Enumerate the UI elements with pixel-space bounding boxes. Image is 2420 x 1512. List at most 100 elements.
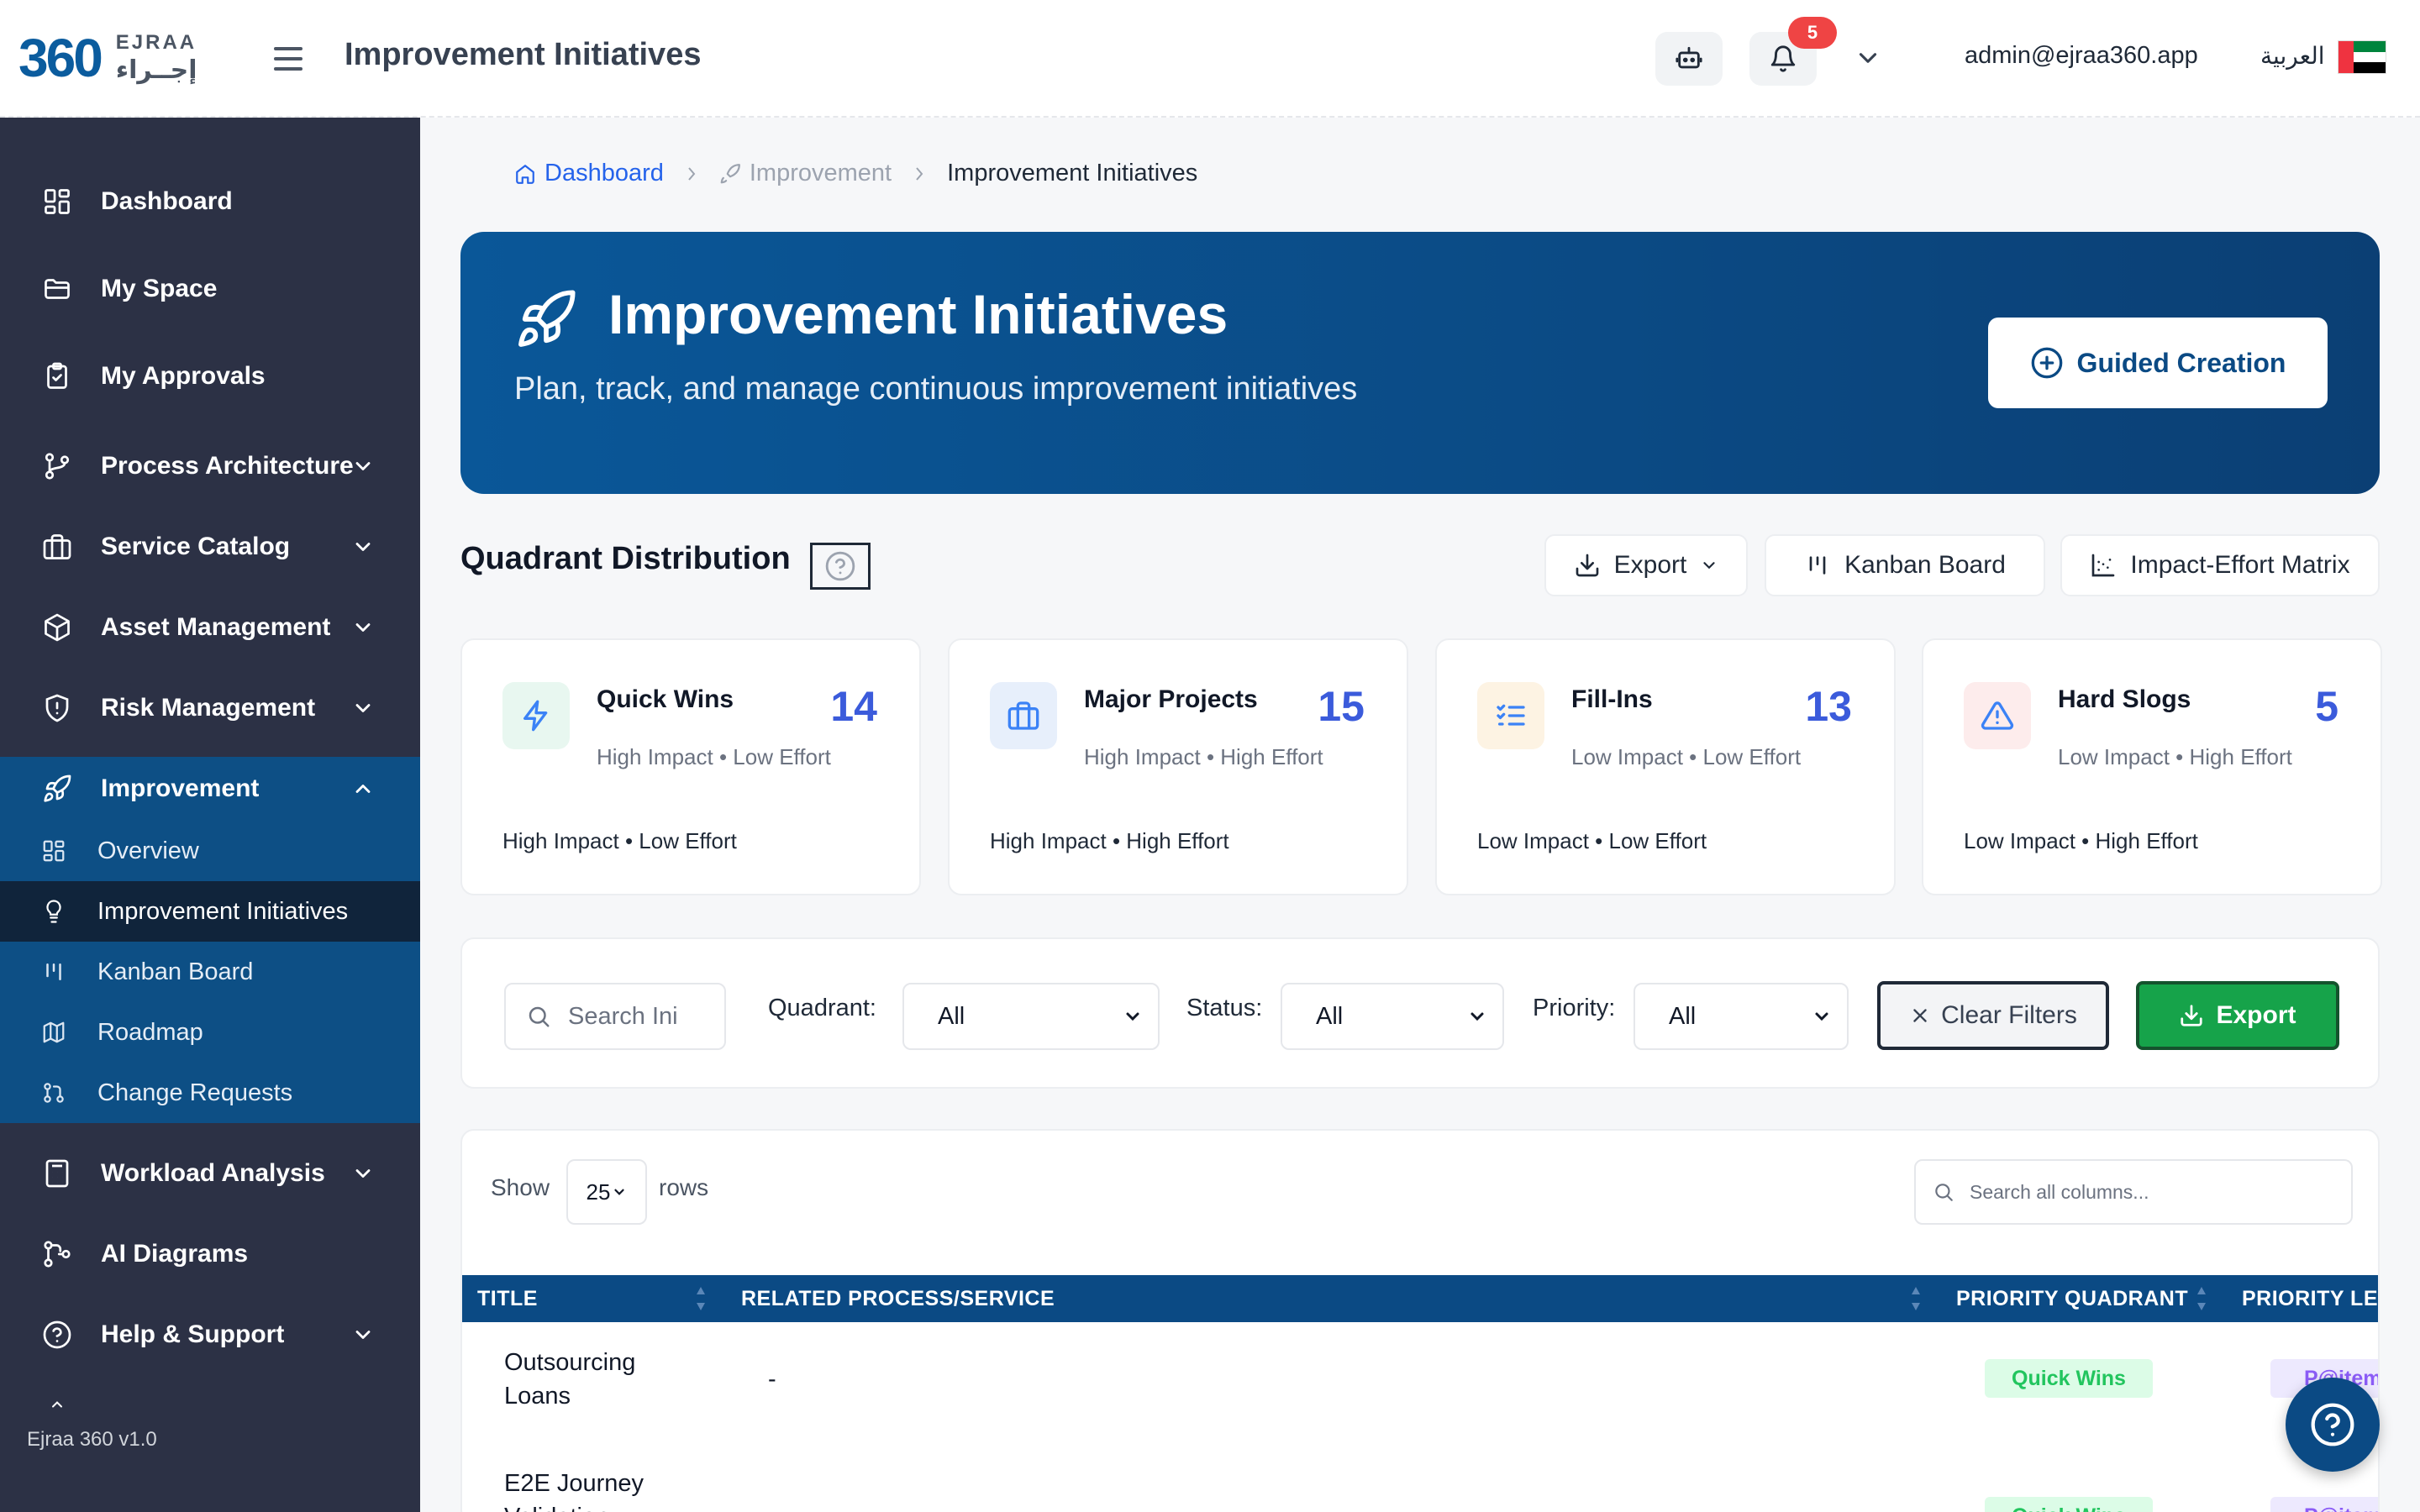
export-button[interactable]: Export bbox=[2136, 981, 2339, 1050]
sidebar-item-dashboard[interactable]: Dashboard bbox=[0, 161, 420, 242]
sidebar-item-label: Workload Analysis bbox=[101, 1159, 325, 1187]
quadrant-section-title: Quadrant Distribution bbox=[460, 541, 791, 576]
sidebar-item-process-architecture[interactable]: Process Architecture bbox=[0, 426, 420, 507]
logo-name-ar: إجــراء bbox=[115, 56, 197, 84]
clear-filters-label: Clear Filters bbox=[1941, 1001, 2077, 1029]
logo-text: EJRAA إجــراء bbox=[116, 33, 197, 83]
chevron-up-icon[interactable] bbox=[49, 1396, 66, 1413]
sidebar-item-help-support[interactable]: Help & Support bbox=[0, 1294, 420, 1375]
status-filter-select[interactable]: All bbox=[1281, 983, 1504, 1050]
initiative-search-input[interactable] bbox=[568, 1002, 702, 1031]
menu-toggle-icon[interactable] bbox=[272, 42, 304, 76]
sidebar-item-label: Risk Management bbox=[101, 694, 316, 722]
quadrant-card-hard-slogs[interactable]: Hard Slogs 5 Low Impact • High Effort Lo… bbox=[1922, 638, 2382, 895]
assistant-button[interactable] bbox=[1655, 32, 1723, 86]
submenu-item-roadmap[interactable]: Roadmap bbox=[0, 1002, 420, 1063]
sidebar-item-my-approvals[interactable]: My Approvals bbox=[0, 336, 420, 417]
priority-filter-label: Priority: bbox=[1533, 995, 1616, 1021]
breadcrumb-parent-label: Improvement bbox=[749, 160, 892, 186]
diagram-icon bbox=[40, 1237, 74, 1271]
quadrant-card-fill-ins[interactable]: Fill-Ins 13 Low Impact • Low Effort Low … bbox=[1435, 638, 1896, 895]
breadcrumb: Dashboard Improvement Improvement Initia… bbox=[514, 160, 1197, 187]
quadrant-card-quick-wins[interactable]: Quick Wins 14 High Impact • Low Effort H… bbox=[460, 638, 921, 895]
sidebar-item-ai-diagrams[interactable]: AI Diagrams bbox=[0, 1214, 420, 1294]
sidebar-item-risk-management[interactable]: Risk Management bbox=[0, 668, 420, 748]
sidebar-item-label: Asset Management bbox=[101, 613, 331, 641]
quadrant-export-label: Export bbox=[1613, 551, 1687, 579]
help-circle-icon bbox=[40, 1318, 74, 1352]
column-header-title[interactable]: TITLE bbox=[477, 1275, 538, 1322]
sidebar-item-workload-analysis[interactable]: Workload Analysis bbox=[0, 1133, 420, 1214]
card-count: 14 bbox=[830, 683, 877, 730]
quadrant-filter-value: All bbox=[938, 1002, 965, 1030]
card-footer: Low Impact • Low Effort bbox=[1477, 828, 1707, 853]
submenu-item-label: Overview bbox=[97, 837, 199, 864]
initiative-search[interactable] bbox=[504, 983, 726, 1050]
submenu-item-label: Kanban Board bbox=[97, 958, 254, 985]
sidebar-item-label: My Space bbox=[101, 275, 218, 302]
cell-title[interactable]: E2E Journey Validation bbox=[504, 1467, 706, 1512]
sidebar-item-service-catalog[interactable]: Service Catalog bbox=[0, 507, 420, 587]
quadrant-card-major-projects[interactable]: Major Projects 15 High Impact • High Eff… bbox=[948, 638, 1408, 895]
logo-name-en: EJRAA bbox=[115, 31, 197, 54]
submenu-item-change-requests[interactable]: Change Requests bbox=[0, 1063, 420, 1123]
download-icon bbox=[2181, 1005, 2203, 1026]
sidebar-item-label: Service Catalog bbox=[101, 533, 291, 560]
clear-filters-button[interactable]: Clear Filters bbox=[1877, 981, 2109, 1050]
rows-per-page-value: 25 bbox=[586, 1179, 611, 1205]
submenu-item-kanban-board[interactable]: Kanban Board bbox=[0, 942, 420, 1002]
notification-count-badge: 5 bbox=[1788, 17, 1837, 49]
language-switch[interactable]: العربية bbox=[2260, 42, 2325, 70]
list-check-icon bbox=[1477, 682, 1544, 749]
breadcrumb-parent-link[interactable]: Improvement bbox=[719, 160, 892, 187]
column-header-priority-quadrant[interactable]: PRIORITY QUADRANT bbox=[1956, 1275, 2188, 1322]
chevron-down-icon bbox=[355, 1331, 371, 1339]
quadrant-filter-select[interactable]: All bbox=[902, 983, 1160, 1050]
table-search-input[interactable] bbox=[1970, 1180, 2339, 1204]
kanban-board-button[interactable]: Kanban Board bbox=[1765, 534, 2045, 596]
sidebar-item-my-space[interactable]: My Space bbox=[0, 249, 420, 329]
plus-circle-icon bbox=[2031, 347, 2062, 379]
scatter-chart-icon bbox=[2092, 554, 2115, 577]
cell-title[interactable]: Outsourcing Loans bbox=[504, 1346, 706, 1413]
guided-creation-button[interactable]: Guided Creation bbox=[1988, 318, 2328, 408]
initiatives-table-panel: Show 25 rows TITLE RELATED PROCESS/SERVI… bbox=[460, 1129, 2380, 1512]
quadrant-badge: Quick Wins bbox=[1985, 1497, 2153, 1512]
sort-icon[interactable] bbox=[694, 1284, 708, 1314]
impact-effort-matrix-button[interactable]: Impact-Effort Matrix bbox=[2060, 534, 2380, 596]
priority-filter-select[interactable]: All bbox=[1634, 983, 1849, 1050]
column-header-priority-level[interactable]: PRIORITY LEV bbox=[2242, 1275, 2378, 1322]
user-email[interactable]: admin@ejraa360.app bbox=[1965, 42, 2198, 70]
chevron-down-icon bbox=[1703, 562, 1715, 570]
box-icon bbox=[40, 611, 74, 644]
priority-badge: P@item bbox=[2270, 1497, 2378, 1512]
quadrant-help-button[interactable] bbox=[810, 543, 871, 590]
submenu-item-label: Roadmap bbox=[97, 1018, 203, 1046]
search-icon bbox=[1935, 1184, 1953, 1201]
help-fab-button[interactable] bbox=[2286, 1378, 2380, 1472]
table-search[interactable] bbox=[1914, 1159, 2353, 1225]
chevron-down-icon bbox=[355, 1169, 371, 1178]
sort-icon[interactable] bbox=[2195, 1284, 2208, 1314]
chevron-down-icon[interactable] bbox=[1854, 44, 1882, 72]
card-description: High Impact • High Effort bbox=[1084, 744, 1323, 769]
card-name: Major Projects bbox=[1084, 685, 1258, 713]
filter-panel: Quadrant: All Status: All Priority: All … bbox=[460, 937, 2380, 1089]
column-header-related-process[interactable]: RELATED PROCESS/SERVICE bbox=[741, 1275, 1055, 1322]
chevron-down-icon bbox=[1815, 1012, 1828, 1021]
breadcrumb-home-link[interactable]: Dashboard bbox=[514, 160, 664, 187]
sort-icon[interactable] bbox=[1909, 1284, 1923, 1314]
logo-number: 360 bbox=[18, 28, 103, 88]
close-icon bbox=[1913, 1009, 1927, 1022]
submenu-item-overview[interactable]: Overview bbox=[0, 821, 420, 881]
card-footer: High Impact • High Effort bbox=[990, 828, 1229, 853]
briefcase-icon bbox=[990, 682, 1057, 749]
rows-per-page-select[interactable]: 25 bbox=[566, 1159, 647, 1225]
submenu-item-improvement-initiatives[interactable]: Improvement Initiatives bbox=[0, 881, 420, 942]
sidebar-item-improvement[interactable]: Improvement bbox=[0, 757, 420, 821]
sidebar-item-asset-management[interactable]: Asset Management bbox=[0, 587, 420, 668]
chevron-down-icon bbox=[1126, 1012, 1139, 1021]
uae-flag-icon[interactable] bbox=[2338, 40, 2386, 74]
quadrant-export-dropdown[interactable]: Export bbox=[1544, 534, 1748, 596]
app-version: Ejraa 360 v1.0 bbox=[27, 1428, 157, 1451]
